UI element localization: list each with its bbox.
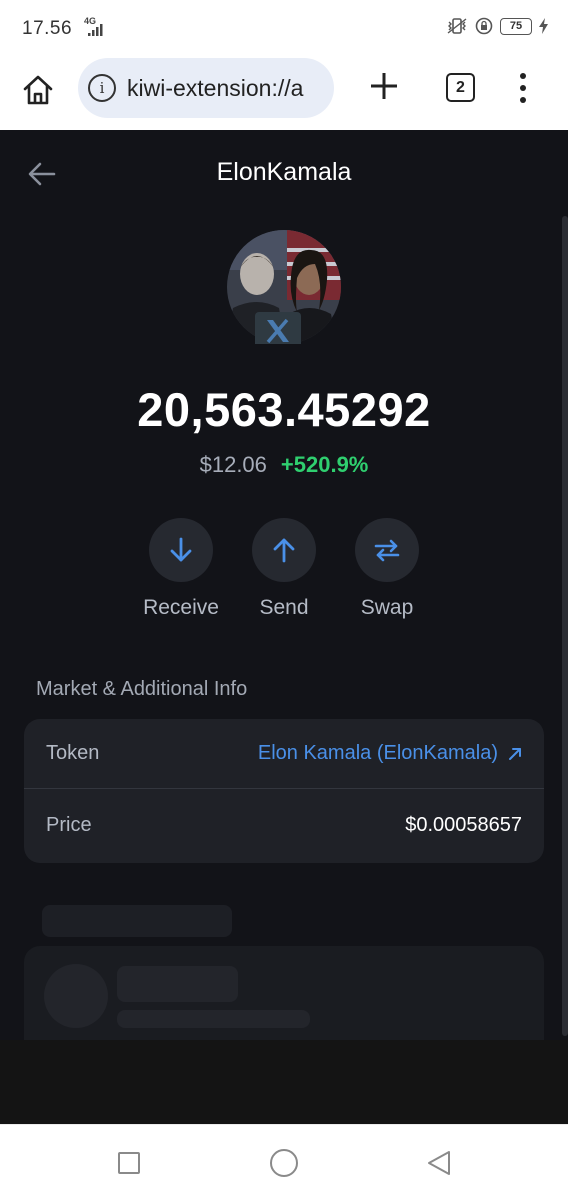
charging-icon: [539, 18, 548, 34]
site-info-icon[interactable]: i: [88, 74, 116, 102]
price-value: $0.00058657: [405, 813, 522, 836]
back-nav-icon[interactable]: [426, 1149, 452, 1177]
home-nav-icon[interactable]: [270, 1149, 298, 1177]
fiat-row: $12.06 +520.9%: [0, 452, 568, 478]
price-label: Price: [46, 813, 92, 836]
swap-icon: [374, 539, 400, 562]
arrow-down-icon: [170, 537, 192, 562]
signal-icon: [88, 24, 103, 36]
new-tab-icon[interactable]: [366, 68, 402, 104]
send-label: Send: [259, 596, 309, 619]
swap-label: Swap: [360, 596, 414, 619]
price-row: Price $0.00058657: [24, 790, 544, 860]
loading-skeleton-line: [117, 1010, 310, 1028]
more-menu-icon[interactable]: [514, 70, 532, 106]
market-info-title: Market & Additional Info: [36, 678, 248, 700]
status-time: 17.56: [22, 18, 73, 39]
token-row: Token Elon Kamala (ElonKamala): [24, 719, 544, 789]
url-bar[interactable]: i kiwi-extension://a: [78, 58, 334, 118]
receive-label: Receive: [143, 596, 219, 619]
browser-bottom-area: [0, 1040, 568, 1124]
loading-skeleton-avatar: [44, 964, 108, 1028]
swap-circle[interactable]: [355, 518, 419, 582]
token-label: Token: [46, 742, 100, 764]
battery-indicator: 75: [500, 17, 532, 35]
recents-icon[interactable]: [118, 1152, 140, 1174]
battery-level: 75: [509, 20, 523, 32]
send-circle[interactable]: [252, 518, 316, 582]
system-nav-bar: [0, 1124, 568, 1200]
vibrate-icon: [447, 18, 467, 34]
receive-button[interactable]: Receive: [126, 518, 236, 620]
token-link[interactable]: Elon Kamala (ElonKamala): [258, 742, 522, 765]
tab-count: 2: [456, 78, 465, 96]
token-title: ElonKamala: [216, 158, 352, 186]
swap-button[interactable]: Swap: [332, 518, 442, 620]
home-button[interactable]: [18, 70, 58, 110]
arrow-up-icon: [273, 538, 295, 563]
fiat-value: $12.06: [199, 452, 267, 477]
x-logo-badge: [255, 312, 301, 344]
scrollbar[interactable]: [562, 216, 568, 1036]
loading-skeleton-title: [42, 905, 232, 937]
token-balance: 20,563.45292: [137, 383, 431, 436]
url-text: kiwi-extension://a: [127, 74, 304, 101]
status-bar: 17.56 4G 75: [0, 0, 568, 56]
send-button[interactable]: Send: [229, 518, 339, 620]
home-icon: [23, 75, 53, 105]
price-change: +520.9%: [280, 452, 369, 477]
loading-skeleton-line: [117, 966, 238, 1002]
receive-circle[interactable]: [149, 518, 213, 582]
external-link-icon: [509, 747, 521, 760]
browser-toolbar: i kiwi-extension://a 2: [0, 56, 568, 130]
market-info-card: Token Elon Kamala (ElonKamala) Price $0.…: [24, 719, 544, 863]
token-link-text: Elon Kamala (ElonKamala): [257, 742, 498, 764]
vpn-lock-icon: [475, 17, 493, 35]
tab-switcher-button[interactable]: 2: [446, 73, 475, 102]
wallet-token-page: ElonKamala 20,563.45292 $12.06 +520.9% R…: [0, 130, 568, 1040]
x-logo-icon: [266, 318, 289, 344]
